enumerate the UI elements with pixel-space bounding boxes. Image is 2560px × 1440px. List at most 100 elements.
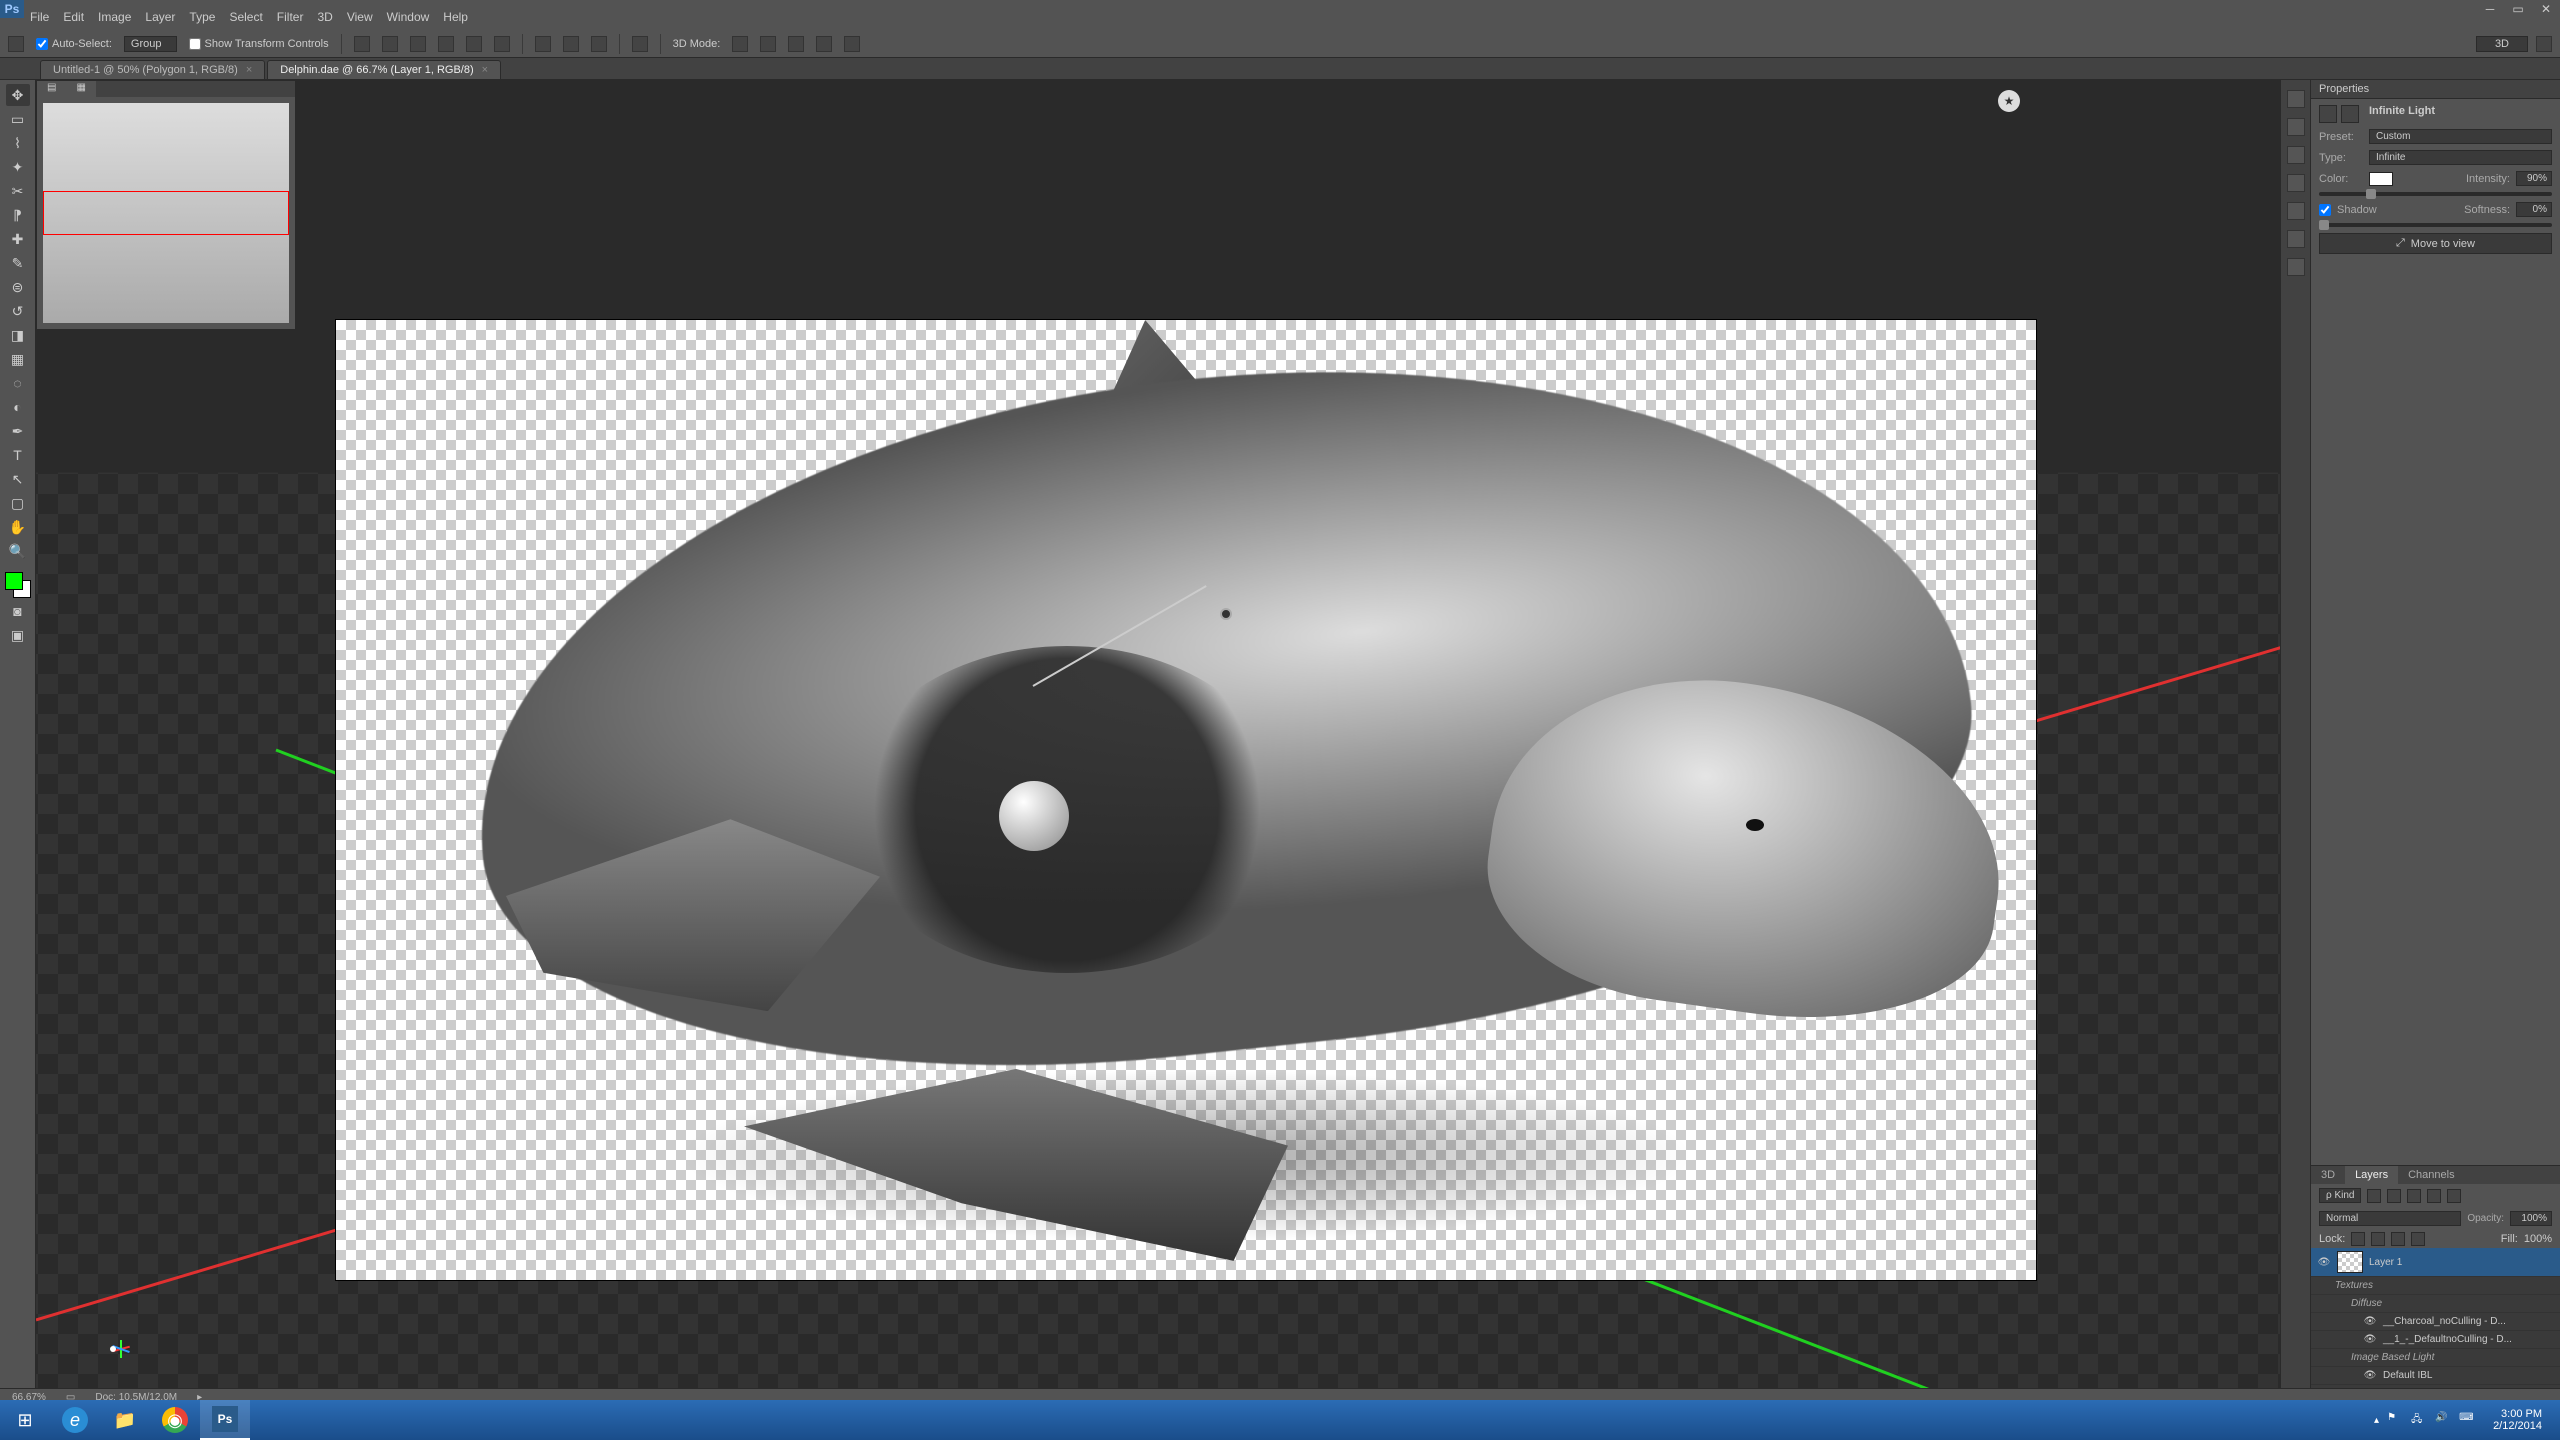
shape-tool[interactable]: ▢ <box>6 492 30 514</box>
window-minimize-button[interactable]: ─ <box>2476 0 2504 18</box>
filter-type-icon[interactable] <box>2407 1189 2421 1203</box>
layer-item[interactable]: Diffuse <box>2311 1295 2560 1313</box>
visibility-toggle-icon[interactable]: 👁 <box>2363 1334 2377 1345</box>
lock-pixels-icon[interactable] <box>2371 1232 2385 1246</box>
window-close-button[interactable]: ✕ <box>2532 0 2560 18</box>
brush-tool[interactable]: ✎ <box>6 252 30 274</box>
move-to-view-button[interactable]: ⤢ Move to view <box>2319 233 2552 254</box>
light-type-icon[interactable] <box>2319 105 2337 123</box>
secondary-view-tab[interactable]: ▤ <box>37 81 66 97</box>
softness-input[interactable]: 0% <box>2516 202 2552 217</box>
align-left-icon[interactable] <box>354 36 370 52</box>
filter-smart-icon[interactable] <box>2447 1189 2461 1203</box>
layer-item[interactable]: Textures <box>2311 1277 2560 1295</box>
adjustments-panel-icon[interactable] <box>2287 146 2305 164</box>
layer-name[interactable]: Layer 1 <box>2369 1257 2402 1268</box>
color-panel-icon[interactable] <box>2287 90 2305 108</box>
layer-item[interactable]: 👁 __Charcoal_noCulling - D... <box>2311 1313 2560 1331</box>
type-tool[interactable]: T <box>6 444 30 466</box>
distribute-v-icon[interactable] <box>563 36 579 52</box>
distribute-3-icon[interactable] <box>591 36 607 52</box>
tray-flag-icon[interactable]: ⚑ <box>2387 1412 2403 1428</box>
preset-dropdown[interactable]: Custom <box>2369 129 2552 144</box>
gradient-tool[interactable]: ▦ <box>6 348 30 370</box>
zoom-3d-icon[interactable] <box>844 36 860 52</box>
menu-layer[interactable]: Layer <box>145 10 175 24</box>
distribute-h-icon[interactable] <box>535 36 551 52</box>
close-icon[interactable]: × <box>246 64 252 76</box>
auto-align-icon[interactable] <box>632 36 648 52</box>
orbit-3d-icon[interactable] <box>732 36 748 52</box>
layer-item[interactable]: 👁 __1_-_DefaultnoCulling - D... <box>2311 1331 2560 1349</box>
dodge-tool[interactable]: ◐ <box>6 396 30 418</box>
auto-select-checkbox[interactable]: Auto-Select: <box>36 38 112 50</box>
artboard[interactable] <box>336 320 2036 1280</box>
history-brush-tool[interactable]: ↺ <box>6 300 30 322</box>
slide-3d-icon[interactable] <box>816 36 832 52</box>
layer-item[interactable]: 👁 Layer 1 <box>2311 1248 2560 1277</box>
pan-3d-icon[interactable] <box>788 36 804 52</box>
align-hcenter-icon[interactable] <box>382 36 398 52</box>
clone-stamp-tool[interactable]: ⊜ <box>6 276 30 298</box>
spot-heal-tool[interactable]: ✚ <box>6 228 30 250</box>
show-transform-checkbox[interactable]: Show Transform Controls <box>189 38 329 50</box>
layer-name[interactable]: __Charcoal_noCulling - D... <box>2383 1316 2506 1327</box>
pen-tool[interactable]: ✒ <box>6 420 30 442</box>
roll-3d-icon[interactable] <box>760 36 776 52</box>
tab-channels[interactable]: Channels <box>2398 1166 2464 1184</box>
window-maximize-button[interactable]: ▭ <box>2504 0 2532 18</box>
light-endpoint-handle[interactable] <box>1220 608 1232 620</box>
light-widget-ball[interactable] <box>999 781 1069 851</box>
workspace-switcher[interactable]: 3D <box>2476 36 2528 52</box>
menu-file[interactable]: File <box>30 10 49 24</box>
intensity-input[interactable]: 90% <box>2516 171 2552 186</box>
quick-select-tool[interactable]: ✦ <box>6 156 30 178</box>
visibility-toggle-icon[interactable]: 👁 <box>2363 1316 2377 1327</box>
layer-kind-filter[interactable]: ρ Kind <box>2319 1188 2361 1203</box>
paragraph-panel-icon[interactable] <box>2287 230 2305 248</box>
axis-orientation-widget[interactable] <box>106 1328 136 1358</box>
lock-position-icon[interactable] <box>2391 1232 2405 1246</box>
eyedropper-tool[interactable]: ⁋ <box>6 204 30 226</box>
visibility-toggle-icon[interactable]: 👁 <box>2363 1370 2377 1381</box>
close-3d-overlay-button[interactable]: ★ <box>1998 90 2020 112</box>
canvas-area[interactable]: ★ ▤▦ <box>36 80 2280 1388</box>
taskbar-explorer[interactable]: 📁 <box>100 1400 150 1440</box>
secondary-view-thumbnail[interactable] <box>43 103 289 323</box>
layer-item[interactable]: 👁 Default IBL <box>2311 1367 2560 1385</box>
color-swatch[interactable] <box>5 572 31 598</box>
properties-panel-header[interactable]: Properties <box>2311 80 2560 99</box>
zoom-tool[interactable]: 🔍 <box>6 540 30 562</box>
taskbar-clock[interactable]: 3:00 PM 2/12/2014 <box>2483 1408 2552 1432</box>
opacity-input[interactable]: 100% <box>2510 1211 2552 1226</box>
menu-view[interactable]: View <box>347 10 373 24</box>
viewport-3d[interactable]: ★ <box>36 80 2280 1388</box>
tab-layers[interactable]: Layers <box>2345 1166 2398 1184</box>
close-icon[interactable]: × <box>482 64 488 76</box>
layer-name[interactable]: __1_-_DefaultnoCulling - D... <box>2383 1334 2512 1345</box>
crop-tool[interactable]: ✂ <box>6 180 30 202</box>
tray-network-icon[interactable]: 🖧 <box>2411 1412 2427 1428</box>
move-tool[interactable]: ✥ <box>6 84 30 106</box>
search-icon[interactable] <box>2536 36 2552 52</box>
swatches-panel-icon[interactable] <box>2287 118 2305 136</box>
filter-pixel-icon[interactable] <box>2367 1189 2381 1203</box>
secondary-view-panel[interactable]: ▤▦ <box>36 80 296 330</box>
menu-3d[interactable]: 3D <box>317 10 332 24</box>
menu-edit[interactable]: Edit <box>63 10 84 24</box>
hand-tool[interactable]: ✋ <box>6 516 30 538</box>
start-button[interactable]: ⊞ <box>0 1400 50 1440</box>
doc-tab-0[interactable]: Untitled-1 @ 50% (Polygon 1, RGB/8) × <box>40 60 265 79</box>
light-type-dropdown[interactable]: Infinite <box>2369 150 2552 165</box>
menu-type[interactable]: Type <box>189 10 215 24</box>
lock-all-icon[interactable] <box>2411 1232 2425 1246</box>
taskbar-ie[interactable]: e <box>50 1400 100 1440</box>
taskbar-photoshop[interactable]: Ps <box>200 1400 250 1440</box>
softness-slider[interactable] <box>2319 223 2552 227</box>
tab-3d[interactable]: 3D <box>2311 1166 2345 1184</box>
scissors-panel-icon[interactable] <box>2287 258 2305 276</box>
quick-mask-tool[interactable]: ◙ <box>6 600 30 622</box>
menu-filter[interactable]: Filter <box>277 10 304 24</box>
path-select-tool[interactable]: ↖ <box>6 468 30 490</box>
align-bottom-icon[interactable] <box>494 36 510 52</box>
